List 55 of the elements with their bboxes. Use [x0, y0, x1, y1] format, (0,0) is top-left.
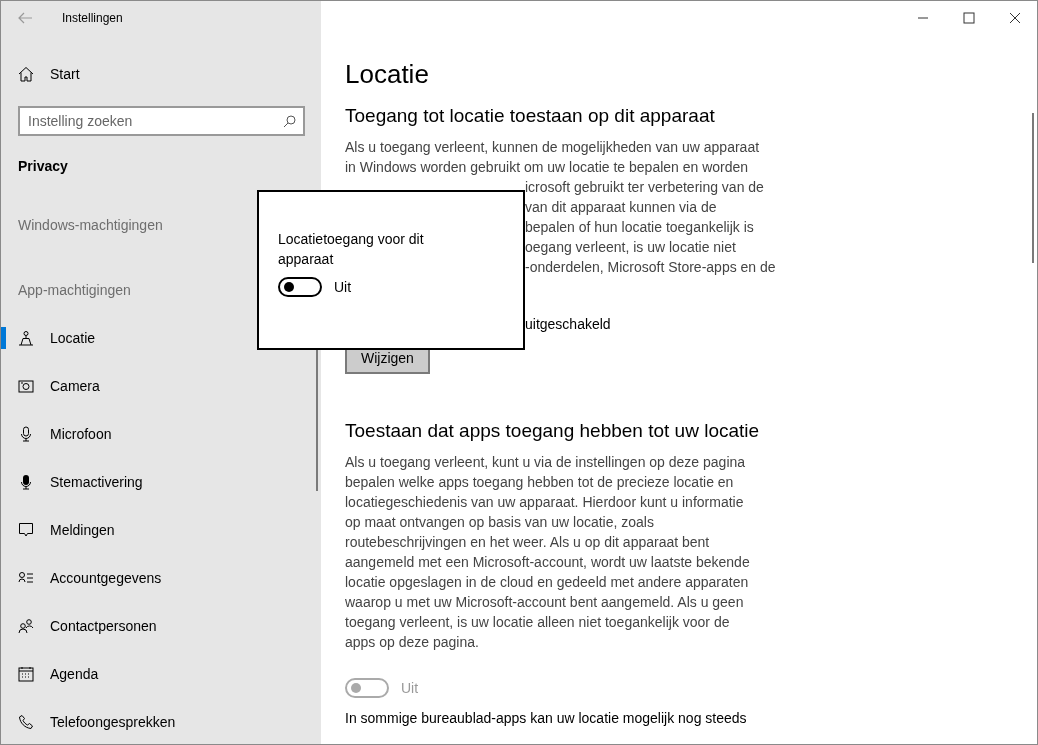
description-text: op maat ontvangen op basis van uw locatie, zoals: [345, 513, 655, 532]
sidebar-item[interactable]: Accountgegevens: [1, 554, 321, 602]
speech-bubble-icon: [18, 522, 34, 538]
search-field[interactable]: Instelling zoeken: [18, 106, 305, 136]
sidebar-item[interactable]: Telefoongesprekken: [1, 698, 321, 744]
toggle-state: Uit: [401, 680, 419, 696]
description-text: oegang verleent, is uw locatie niet: [525, 238, 736, 257]
contacts-icon: [18, 618, 34, 634]
calendar-icon: [18, 666, 34, 682]
description-text: locatie opgeslagen in de cloud en gedeeld met andere apparaten: [345, 573, 750, 592]
description-text: Als u toegang verleent, kunt u via de instellingen op deze pagina: [345, 453, 747, 472]
sidebar-item[interactable]: Microfoon: [1, 410, 321, 458]
description-text: waarop u met uw Microsoft-account bent aangemeld. Als u geen: [345, 593, 745, 612]
description-text: aangemeld met een Microsoft-account, wordt uw laatste bekende: [345, 553, 751, 572]
home-item[interactable]: Start: [1, 57, 321, 91]
toggle-label: Locatietoegang voor dit apparaat: [278, 230, 425, 269]
page-title: Locatie: [345, 59, 430, 91]
sidebar-item[interactable]: Contactpersonen: [1, 602, 321, 650]
group-header: Windows-machtigingen: [18, 217, 163, 233]
scrollbar[interactable]: [1032, 113, 1034, 263]
camera-icon: [18, 378, 34, 394]
toggle-switch[interactable]: [278, 277, 322, 297]
group-header: App-machtigingen: [18, 282, 131, 298]
description-text: apps op deze pagina.: [345, 633, 480, 652]
section-title: Privacy: [17, 158, 69, 176]
description-text: locatiegeschiedenis van uw apparaat. Hierdoor kunt u informatie: [345, 493, 745, 512]
phone-icon: [18, 714, 34, 730]
home-icon: [18, 66, 34, 82]
microphone-icon: [18, 426, 34, 442]
description-text: In sommige bureaublad-apps kan uw locatie mogelijk nog steeds: [345, 710, 747, 726]
window-title: Instellingen: [62, 11, 123, 25]
description-text: Als u toegang verleent, kunnen de mogelijkheden van uw apparaat: [345, 139, 760, 155]
description-text: bepalen of hun locatie toegankelijk is: [525, 218, 754, 237]
description-text: toegang verleent, is uw locatie alleen niet toegankelijk voor de: [345, 613, 731, 632]
status-text: uitgeschakeld: [525, 316, 611, 334]
description-text: routebeschrijvingen en het weer. Als u op dit apparaat bent: [345, 533, 711, 552]
close-icon[interactable]: [1009, 12, 1021, 24]
search-icon: [283, 115, 296, 128]
sidebar-item[interactable]: Meldingen: [1, 506, 321, 554]
description-text: in Windows worden gebruikt om uw locatie te bepalen en worden: [345, 159, 749, 175]
section-heading: Toegang tot locatie toestaan op dit apparaat: [345, 105, 716, 128]
sidebar-item[interactable]: Camera: [1, 362, 321, 410]
description-text: van dit apparaat kunnen via de: [525, 198, 717, 217]
description-text: bepalen welke apps toegang hebben tot de precieze locatie en: [345, 473, 735, 492]
toggle-state: Uit: [334, 279, 352, 295]
account-list-icon: [18, 570, 34, 586]
sidebar-item[interactable]: Stemactivering: [1, 458, 321, 506]
description-text: icrosoft gebruikt ter verbetering van de: [525, 178, 764, 197]
microphone-icon: [18, 474, 34, 490]
person-pin-icon: [18, 330, 34, 346]
section-heading: Toestaan dat apps toegang hebben tot uw locatie: [345, 420, 761, 443]
sidebar-item[interactable]: Locatie: [1, 314, 321, 362]
maximize-icon[interactable]: [963, 12, 975, 24]
description-text: -onderdelen, Microsoft Store-apps en de: [525, 258, 776, 277]
sidebar-item[interactable]: Agenda: [1, 650, 321, 698]
